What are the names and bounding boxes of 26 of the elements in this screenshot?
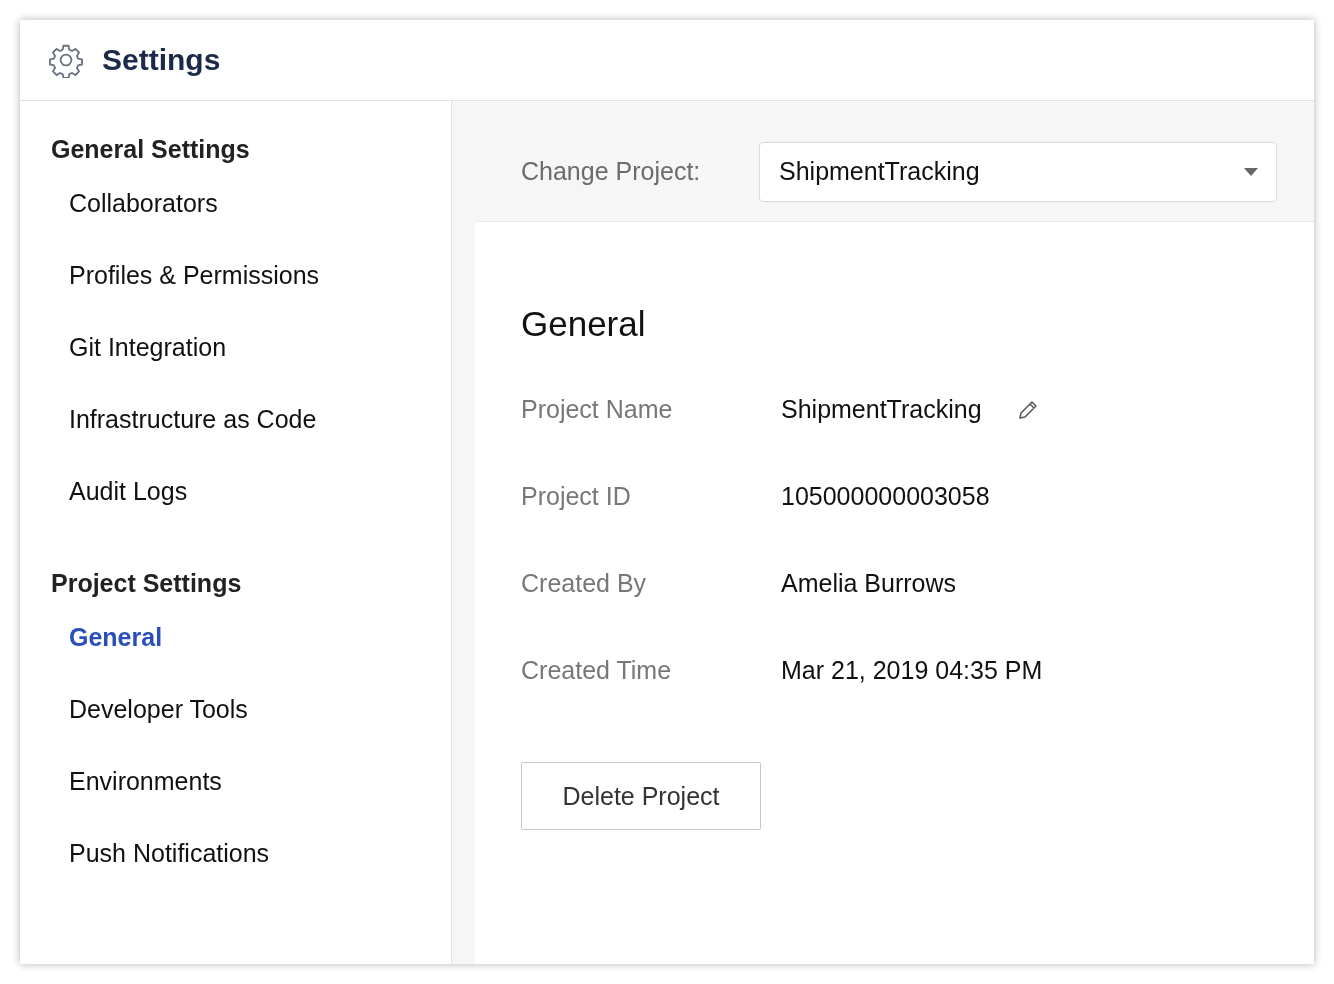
- project-dropdown[interactable]: ShipmentTracking: [759, 141, 1277, 202]
- sidebar-item[interactable]: Profiles & Permissions: [51, 257, 451, 329]
- sidebar-item[interactable]: Push Notifications: [51, 835, 451, 907]
- field-label: Created By: [521, 569, 648, 598]
- field-label: Created Time: [521, 656, 673, 685]
- caret-icon: [1244, 167, 1258, 176]
- section-heading: Project Settings: [51, 568, 243, 599]
- section-heading: General Settings: [51, 134, 251, 165]
- field-label: Project ID: [521, 482, 632, 511]
- field-label: Project Name: [521, 395, 674, 424]
- settings-icon: [48, 42, 84, 78]
- field-value: 105000000003058: [781, 482, 990, 511]
- sidebar-item[interactable]: General: [51, 619, 451, 691]
- field-value: Amelia Burrows: [781, 569, 957, 598]
- field-value: ShipmentTracking: [781, 395, 982, 424]
- sidebar-item[interactable]: Infrastructure as Code: [51, 401, 451, 473]
- sidebar-item[interactable]: Audit Logs: [51, 473, 451, 545]
- sidebar-item[interactable]: Developer Tools: [51, 691, 451, 763]
- field-value: Mar 21, 2019 04:35 PM: [781, 656, 1043, 685]
- sidebar-item[interactable]: Collaborators: [51, 185, 451, 257]
- field-label: Change Project:: [521, 157, 702, 186]
- sidebar-item[interactable]: Git Integration: [51, 329, 451, 401]
- page-title: Settings: [102, 43, 221, 77]
- sidebar-item[interactable]: Environments: [51, 763, 451, 835]
- delete-project-button[interactable]: Delete Project: [521, 762, 761, 830]
- section-title: General: [521, 304, 647, 344]
